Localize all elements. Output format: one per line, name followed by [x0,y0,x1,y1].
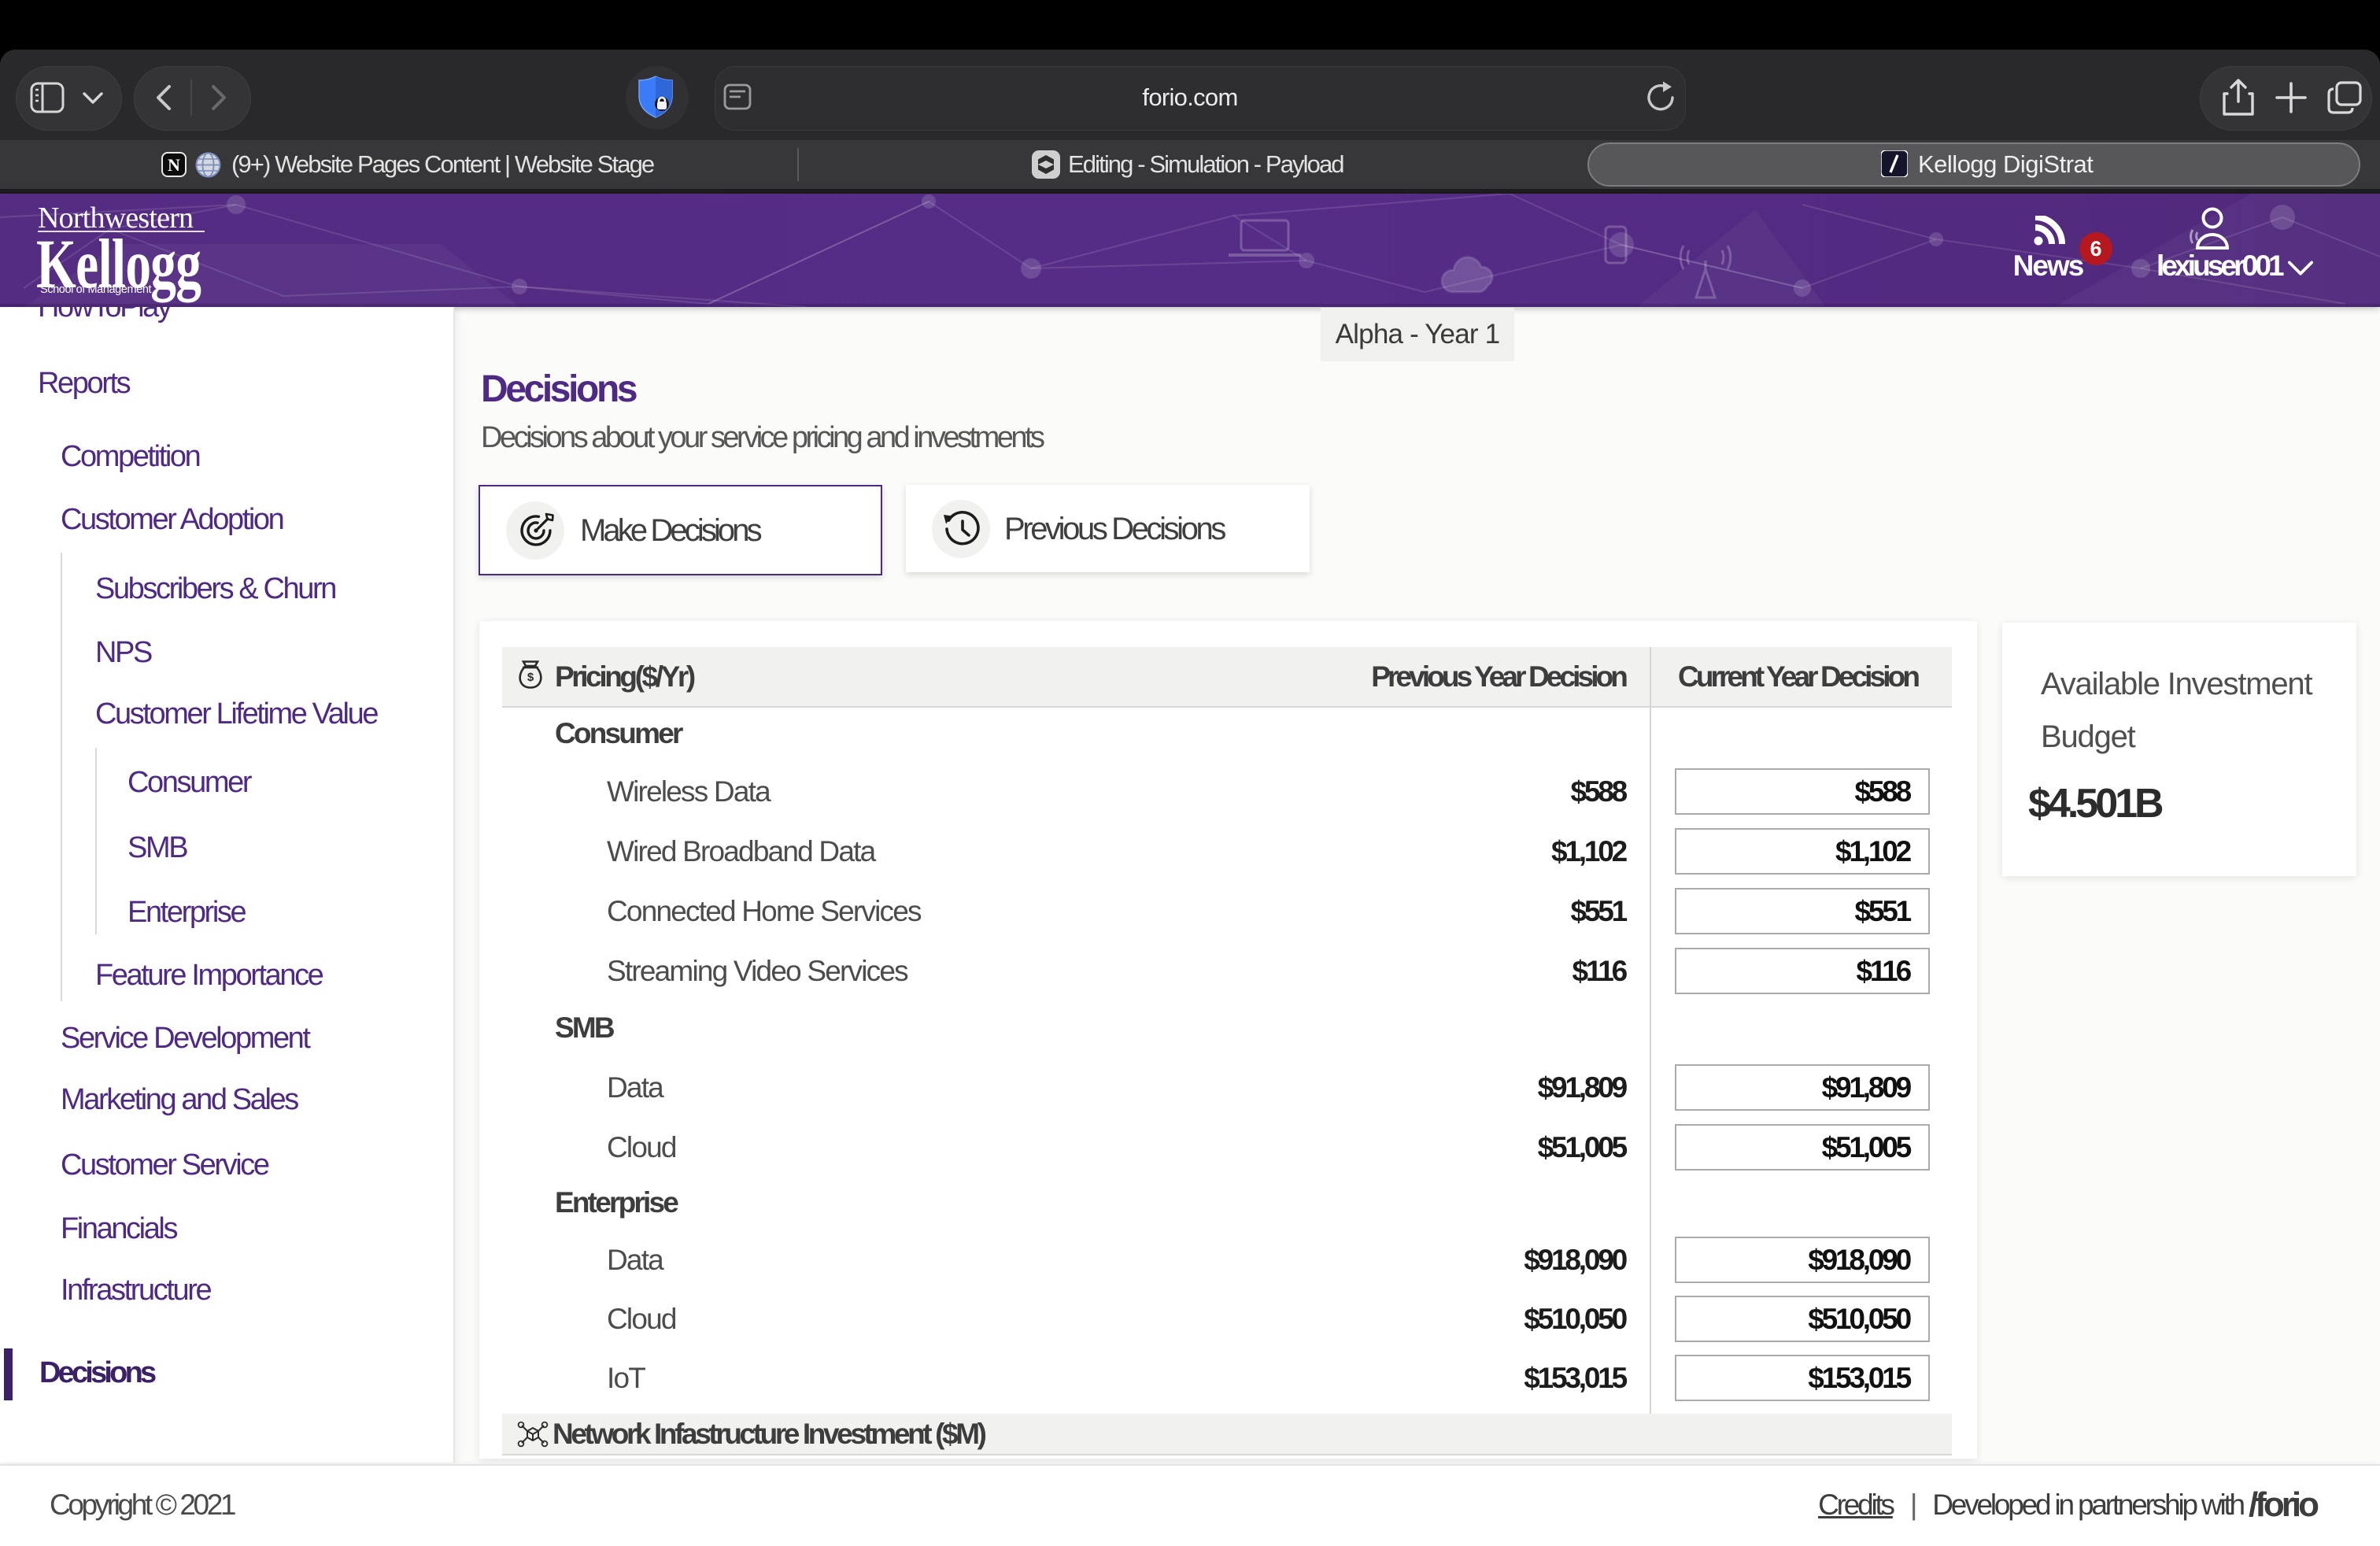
svg-text:$: $ [527,671,534,684]
svg-text:N: N [168,155,180,175]
